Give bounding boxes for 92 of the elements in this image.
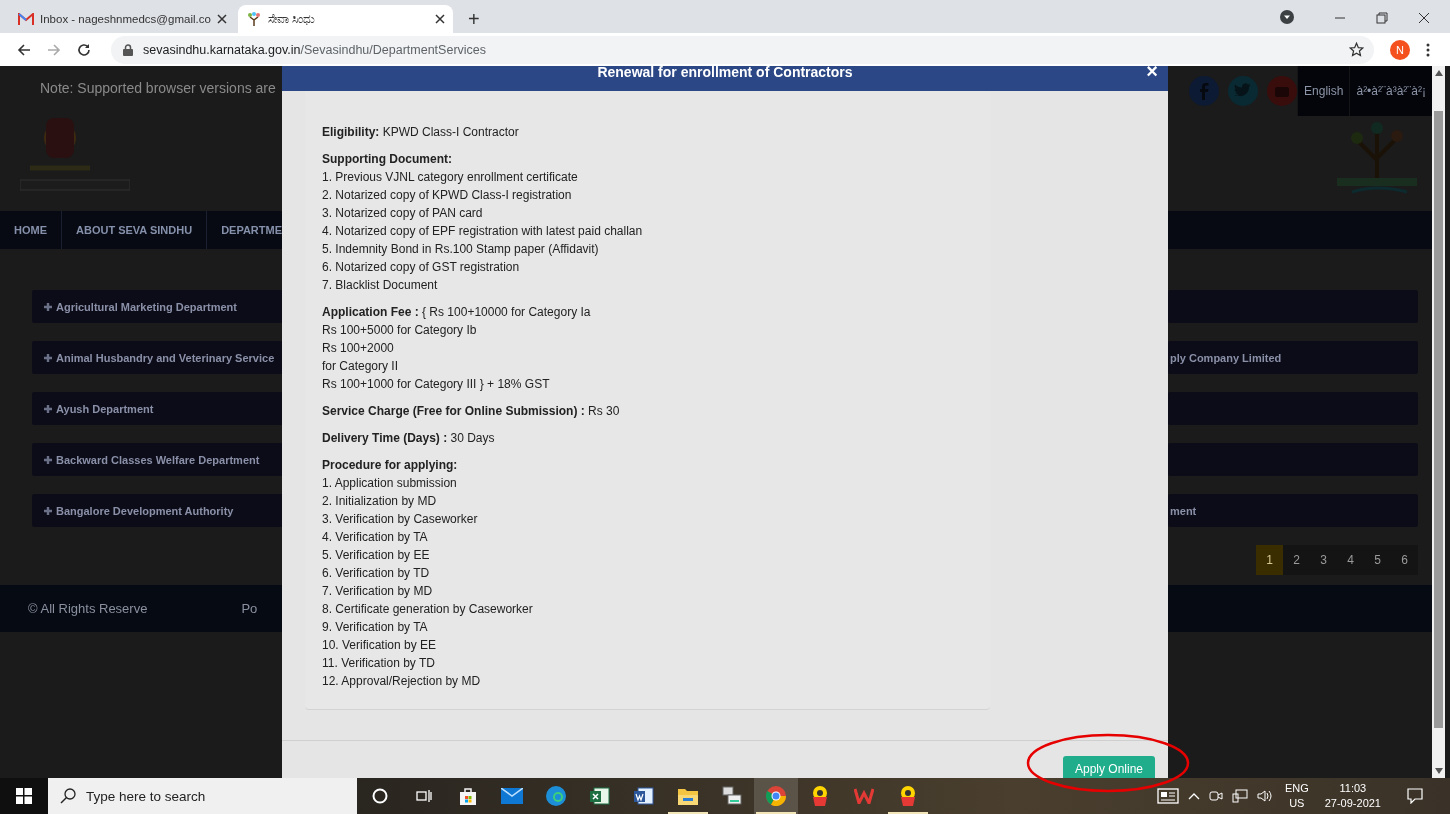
reload-icon[interactable] — [77, 42, 91, 57]
scrollbar[interactable] — [1432, 66, 1445, 778]
profile-avatar[interactable]: N — [1390, 39, 1410, 60]
browser-swirl-icon — [546, 786, 566, 806]
plus-icon — [44, 302, 52, 311]
restore-icon[interactable] — [1376, 12, 1388, 24]
windows-icon — [16, 788, 32, 804]
detail-text: for Category II — [322, 358, 400, 375]
copyright-text: © All Rights Reserve — [28, 601, 148, 616]
news-icon[interactable] — [1156, 788, 1179, 804]
page-link[interactable]: 1 — [1256, 545, 1283, 575]
page-link[interactable]: 6 — [1391, 545, 1418, 575]
scroll-up-icon[interactable] — [1434, 70, 1443, 76]
network-icon[interactable] — [1231, 789, 1248, 803]
language-link[interactable]: English — [1297, 66, 1350, 116]
detail-text: 6. Verification by TD — [322, 565, 431, 582]
footer-text: Po — [241, 601, 258, 616]
task-view-icon — [416, 788, 432, 804]
new-tab-button[interactable]: + — [459, 5, 488, 33]
document-icon — [634, 786, 654, 806]
taskbar-search-field[interactable]: Type here to search — [48, 778, 357, 814]
close-icon[interactable] — [1418, 12, 1430, 24]
browser-tab[interactable]: Inbox - nageshnmedcs@gmail.co — [10, 5, 235, 33]
notification-icon[interactable] — [1407, 788, 1423, 804]
detail-text: 1. Previous VJNL category enrollment certificate — [322, 169, 579, 186]
input-language[interactable]: ENG US — [1284, 781, 1309, 811]
tab-title: ಸೇವಾ ಸಿಂಧು — [267, 12, 317, 26]
plus-icon — [44, 404, 52, 413]
detail-text: 4. Verification by TA — [322, 529, 429, 546]
envelope-icon — [18, 13, 34, 25]
speaker-icon[interactable] — [1256, 789, 1273, 803]
back-arrow-icon[interactable] — [17, 42, 31, 57]
browser-tab[interactable]: ಸೇವಾ ಸಿಂಧು — [237, 5, 453, 33]
detail-text: 12. Approval/Rejection by MD — [322, 673, 482, 690]
detail-text: Rs 100+2000 — [322, 340, 395, 357]
detail-text: 3. Notarized copy of PAN card — [322, 205, 484, 222]
detail-text: Rs 100+1000 for Category III } + 18% GST — [322, 376, 551, 393]
language-link[interactable]: à²•à²¨à³à²¨à²¡ — [1349, 66, 1432, 116]
detail-text: 5. Verification by EE — [322, 547, 431, 564]
detail-text: Rs 100+5000 for Category Ib — [322, 322, 478, 339]
plus-icon — [44, 455, 52, 464]
detail-text: 4. Notarized copy of EPF registration with latest paid challan — [322, 223, 644, 240]
chevron-up-icon[interactable] — [1187, 792, 1200, 800]
department-item[interactable]: ment — [1168, 494, 1418, 527]
dialog-title: Renewal for enrollment of Contractors — [597, 66, 853, 80]
close-icon[interactable] — [216, 14, 227, 24]
plus-icon — [44, 506, 52, 515]
camera-icon[interactable] — [1208, 789, 1223, 803]
detail-text: 6. Notarized copy of GST registration — [322, 259, 521, 276]
clock[interactable]: 11:03 27-09-2021 — [1324, 781, 1381, 811]
browser-note: Note: Supported browser versions are — [40, 80, 276, 96]
address-field[interactable]: sevasindhu.karnataka.gov.in/Sevasindhu/DepartmentServices — [111, 35, 1374, 64]
detail-text: 9. Verification by TA — [322, 619, 429, 636]
app-badge-icon — [898, 785, 918, 807]
close-button[interactable]: × — [1146, 66, 1158, 83]
detail-text: Supporting Document: — [322, 151, 453, 168]
detail-text: 2. Notarized copy of KPWD Class-I registration — [322, 187, 573, 204]
dropdown-icon[interactable] — [1280, 10, 1294, 24]
scroll-down-icon[interactable] — [1434, 768, 1443, 774]
detail-text: 1. Application submission — [322, 475, 458, 492]
close-icon[interactable] — [434, 14, 445, 24]
star-icon[interactable] — [1349, 42, 1364, 57]
detail-text: 5. Indemnity Bond in Rs.100 Stamp paper (Affidavit) — [322, 241, 600, 258]
detail-text: 11. Verification by TD — [322, 655, 436, 672]
computer-icon — [722, 786, 742, 806]
w-logo-icon — [854, 788, 874, 804]
detail-text: Eligibility: KPWD Class-I Contractor — [322, 124, 520, 141]
nav-link[interactable]: ABOUT SEVA SINDHU — [62, 211, 208, 249]
start-button[interactable] — [0, 778, 48, 814]
detail-text: 8. Certificate generation by Caseworker — [322, 601, 534, 618]
menu-icon[interactable] — [1426, 42, 1430, 57]
folder-icon — [678, 787, 698, 805]
tree-icon — [245, 11, 262, 27]
plus-icon — [44, 353, 52, 362]
department-item[interactable]: ply Company Limited — [1168, 341, 1418, 374]
lock-icon — [123, 43, 133, 56]
page-link[interactable]: 3 — [1310, 545, 1337, 575]
chrome-icon — [766, 786, 786, 806]
search-icon — [60, 788, 76, 804]
nav-link[interactable]: HOME — [0, 211, 62, 249]
app-badge-icon — [810, 785, 830, 807]
envelope-icon — [501, 788, 523, 804]
tab-title: Inbox - nageshnmedcs@gmail.co — [40, 13, 211, 25]
detail-text: 7. Verification by MD — [322, 583, 434, 600]
detail-text: 10. Verification by EE — [322, 637, 438, 654]
taskbar-app-button[interactable] — [754, 778, 798, 814]
page-link[interactable]: 4 — [1337, 545, 1364, 575]
shopping-bag-icon — [458, 786, 478, 806]
page-link[interactable]: 5 — [1364, 545, 1391, 575]
spreadsheet-icon — [590, 786, 610, 806]
page-link[interactable]: 2 — [1283, 545, 1310, 575]
circle-icon — [372, 788, 388, 804]
